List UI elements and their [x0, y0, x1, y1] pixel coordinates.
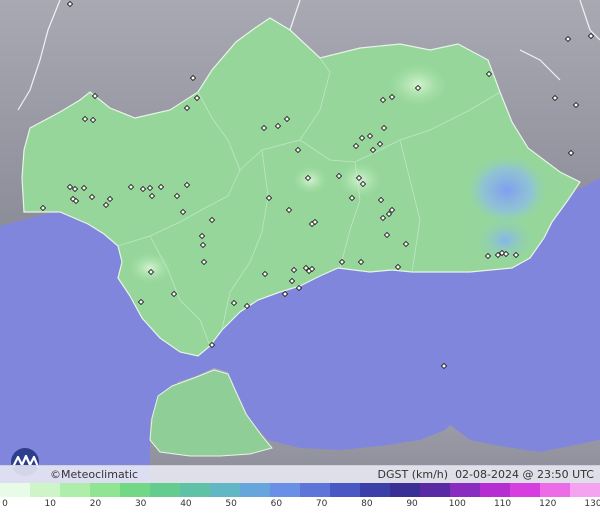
legend-swatch — [210, 483, 240, 497]
legend-tick-label: 20 — [89, 499, 102, 509]
legend-swatch — [450, 483, 480, 497]
calm-patch-3 — [128, 252, 172, 284]
legend-swatch — [150, 483, 180, 497]
legend-swatch — [570, 483, 600, 497]
legend-swatch — [270, 483, 300, 497]
gust-hotspot — [465, 154, 549, 226]
legend-tick-label: 50 — [225, 499, 237, 509]
legend-tick-label: 100 — [448, 499, 466, 509]
legend-tick-label: 130 — [584, 499, 600, 509]
legend-swatch — [30, 483, 60, 497]
legend-tick-label: 10 — [44, 499, 56, 509]
brand-label: ©Meteoclimatic — [50, 468, 139, 481]
legend-tick-label: 0 — [2, 499, 8, 509]
legend-tick-label: 70 — [315, 499, 328, 509]
legend-tick-label: 40 — [180, 499, 192, 509]
legend-swatch — [120, 483, 150, 497]
legend-tick-label: 30 — [134, 499, 147, 509]
legend-swatch — [420, 483, 450, 497]
legend-swatch — [300, 483, 330, 497]
legend-swatch — [540, 483, 570, 497]
legend-tick-label: 90 — [406, 499, 418, 509]
legend-tick-label: 80 — [361, 499, 373, 509]
calm-patch-4 — [292, 166, 328, 194]
color-legend: 0 10 20 30 40 50 60 70 80 90 100 110 120 130 — [0, 483, 600, 517]
legend-tick-label: 110 — [493, 499, 512, 509]
legend-swatch — [90, 483, 120, 497]
map-canvas — [0, 0, 600, 483]
legend-swatch — [510, 483, 540, 497]
timestamp-label: 02-08-2024 @ 23:50 UTC — [455, 468, 594, 481]
info-bar: ©Meteoclimatic DGST (km/h) 02-08-2024 @ … — [0, 465, 600, 484]
legend-tick-label: 60 — [270, 499, 283, 509]
legend-swatch — [0, 483, 30, 497]
legend-swatch — [240, 483, 270, 497]
legend-swatch — [360, 483, 390, 497]
legend-tick-label: 120 — [539, 499, 557, 509]
legend-swatch — [180, 483, 210, 497]
variable-timestamp-label: DGST (km/h) 02-08-2024 @ 23:50 UTC — [378, 468, 594, 481]
legend-swatch — [60, 483, 90, 497]
legend-swatch — [330, 483, 360, 497]
gust-hotspot-2 — [473, 216, 537, 264]
legend-swatch — [390, 483, 420, 497]
legend-swatch — [480, 483, 510, 497]
variable-label: DGST (km/h) — [377, 468, 449, 481]
legend-swatches — [0, 483, 600, 497]
